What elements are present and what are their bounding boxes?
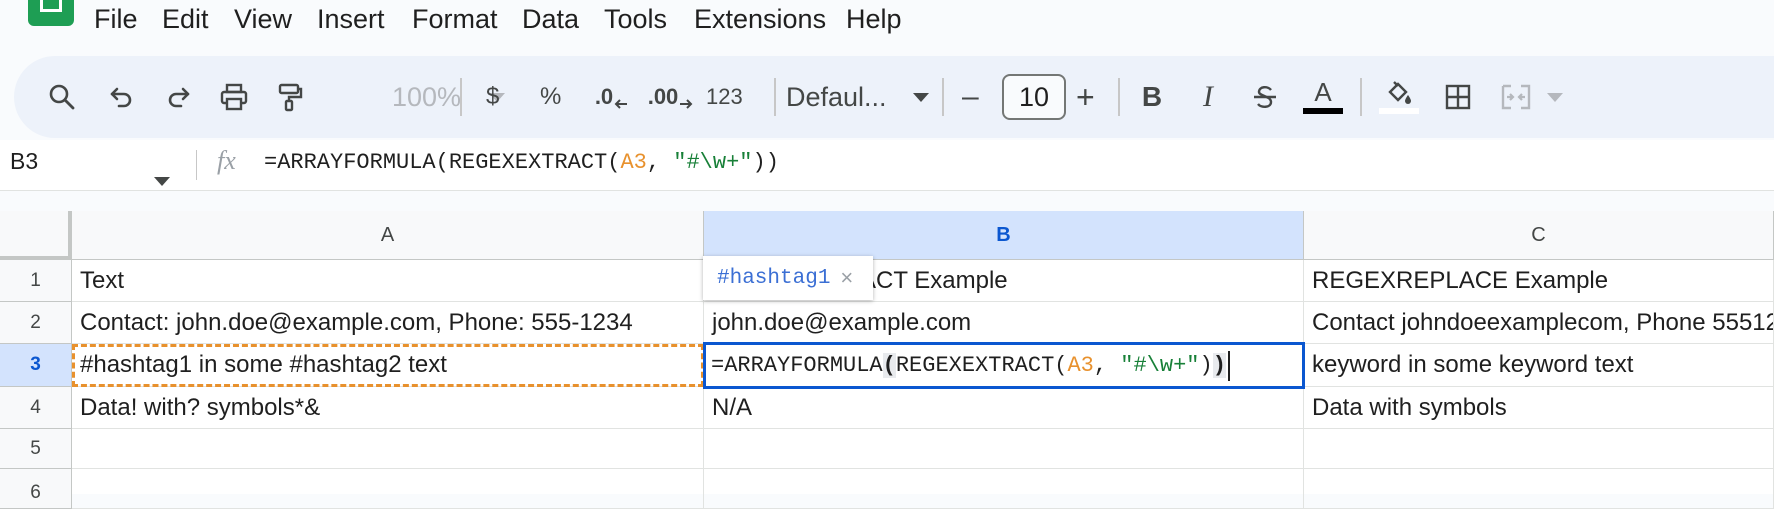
editor-pattern: "#\w+" xyxy=(1120,353,1200,378)
menu-format[interactable]: Format xyxy=(412,4,498,35)
editor-separator: , xyxy=(1093,353,1121,378)
increase-font-size-button[interactable]: + xyxy=(1076,56,1095,138)
increase-decimal-label: .00 xyxy=(647,84,679,109)
increase-decimal-button[interactable]: .00 xyxy=(646,56,696,138)
editor-inner-close: ) xyxy=(1199,353,1213,378)
formula-input[interactable]: =ARRAYFORMULA(REGEXEXTRACT(A3, "#\w+")) xyxy=(264,150,779,175)
chevron-down-icon xyxy=(912,92,929,102)
menu-bar: File Edit View Insert Format Data Tools … xyxy=(0,0,1774,40)
select-all-corner[interactable] xyxy=(0,211,72,260)
decrease-decimal-button[interactable]: .0 xyxy=(590,56,634,138)
menu-file[interactable]: File xyxy=(94,4,138,35)
row-header-5[interactable]: 5 xyxy=(0,429,72,469)
formula-prefix: =ARRAYFORMULA(REGEXEXTRACT( xyxy=(264,150,621,175)
cell-b6[interactable] xyxy=(704,469,1304,509)
row-header-6[interactable]: 6 xyxy=(0,469,72,509)
merge-cells-icon[interactable] xyxy=(1496,56,1536,138)
text-color-icon[interactable]: A xyxy=(1302,56,1344,138)
zoom-value: 100% xyxy=(392,81,462,112)
paint-format-icon[interactable] xyxy=(270,56,310,138)
formula-pattern: "#\w+" xyxy=(673,150,753,175)
toolbar-divider xyxy=(1360,78,1362,116)
decrease-font-size-button[interactable]: – xyxy=(962,56,979,138)
arrow-right-icon xyxy=(680,99,693,109)
column-header-a[interactable]: A xyxy=(72,211,704,260)
cell-c5[interactable] xyxy=(1304,429,1774,469)
font-name: Defaul... xyxy=(786,81,887,112)
cell-c2[interactable]: Contact johndoeexamplecom, Phone 5551234 xyxy=(1304,302,1774,344)
menu-data[interactable]: Data xyxy=(522,4,579,35)
chevron-down-icon[interactable] xyxy=(1542,56,1568,138)
menu-tools[interactable]: Tools xyxy=(604,4,667,35)
cell-b4[interactable]: N/A xyxy=(704,387,1304,429)
cell-c6[interactable] xyxy=(1304,469,1774,509)
preview-value: #hashtag1 xyxy=(717,266,831,290)
editor-prefix: =ARRAYFORMULA xyxy=(711,353,883,378)
font-size-input[interactable]: 10 xyxy=(1002,74,1066,120)
cell-editor[interactable]: =ARRAYFORMULA(REGEXEXTRACT(A3, "#\w+")) xyxy=(703,342,1305,389)
spreadsheet-grid: A B C 1 2 3 4 5 6 Text REGEXEXTRACT Exam… xyxy=(0,211,1774,509)
menu-edit[interactable]: Edit xyxy=(162,4,209,35)
cell-b5[interactable] xyxy=(704,429,1304,469)
italic-icon[interactable]: I xyxy=(1190,56,1226,138)
editor-middle: REGEXEXTRACT( xyxy=(895,353,1068,378)
cell-b2[interactable]: john.doe@example.com xyxy=(704,302,1304,344)
cell-a4[interactable]: Data! with? symbols*& xyxy=(72,387,704,429)
arrow-left-icon xyxy=(614,99,628,109)
menu-extensions[interactable]: Extensions xyxy=(694,4,826,35)
cell-a3[interactable]: #hashtag1 in some #hashtag2 text xyxy=(72,344,704,387)
fx-icon: fx xyxy=(217,146,236,175)
row-header-2[interactable]: 2 xyxy=(0,302,72,344)
menu-view[interactable]: View xyxy=(234,4,292,35)
row-header-4[interactable]: 4 xyxy=(0,387,72,429)
more-formats-button[interactable]: 123 xyxy=(706,56,743,138)
name-box-chevron-down-icon[interactable] xyxy=(154,177,170,186)
formula-reference: A3 xyxy=(620,150,647,175)
row-header-1[interactable]: 1 xyxy=(0,260,72,302)
cell-c4[interactable]: Data with symbols xyxy=(1304,387,1774,429)
sheets-logo-icon[interactable] xyxy=(28,0,74,26)
redo-icon[interactable] xyxy=(158,56,198,138)
toolbar-divider xyxy=(460,78,462,116)
row-header-3[interactable]: 3 xyxy=(0,344,72,387)
column-header-b[interactable]: B xyxy=(704,211,1304,260)
format-percent-button[interactable]: % xyxy=(540,56,561,138)
strikethrough-icon[interactable] xyxy=(1246,56,1284,138)
cell-c3[interactable]: keyword in some keyword text xyxy=(1304,344,1774,387)
editor-open-paren: ( xyxy=(882,353,896,378)
undo-icon[interactable] xyxy=(102,56,142,138)
cell-a1[interactable]: Text xyxy=(72,260,704,302)
toolbar: 100% $ % .0 .00 123 Defaul... – 10 + B I… xyxy=(14,56,1774,138)
cell-a5[interactable] xyxy=(72,429,704,469)
name-box[interactable]: B3 xyxy=(10,148,38,175)
cell-c1[interactable]: REGEXREPLACE Example xyxy=(1304,260,1774,302)
print-icon[interactable] xyxy=(214,56,254,138)
fill-color-icon[interactable] xyxy=(1378,56,1420,138)
formula-bar: B3 fx =ARRAYFORMULA(REGEXEXTRACT(A3, "#\… xyxy=(0,140,1774,191)
cell-a6[interactable] xyxy=(72,469,704,509)
cell-a2[interactable]: Contact: john.doe@example.com, Phone: 55… xyxy=(72,302,704,344)
editor-reference: A3 xyxy=(1067,353,1094,378)
formula-separator: , xyxy=(646,150,674,175)
formula-preview-tooltip: #hashtag1 × xyxy=(703,256,873,300)
menu-help[interactable]: Help xyxy=(846,4,902,35)
format-currency-button[interactable]: $ xyxy=(486,56,499,138)
formula-suffix: )) xyxy=(752,150,779,175)
font-select[interactable]: Defaul... xyxy=(786,56,929,138)
toolbar-divider xyxy=(774,78,776,116)
toolbar-divider xyxy=(942,78,944,116)
search-icon[interactable] xyxy=(42,56,82,138)
close-icon[interactable]: × xyxy=(840,265,853,291)
editor-outer-close: ) xyxy=(1212,353,1226,378)
bold-icon[interactable]: B xyxy=(1134,56,1170,138)
borders-icon[interactable] xyxy=(1438,56,1478,138)
formula-bar-divider xyxy=(196,150,197,180)
decrease-decimal-label: .0 xyxy=(594,84,614,109)
text-cursor xyxy=(1227,350,1230,381)
toolbar-divider xyxy=(1118,78,1120,116)
column-header-c[interactable]: C xyxy=(1304,211,1774,260)
menu-insert[interactable]: Insert xyxy=(317,4,385,35)
